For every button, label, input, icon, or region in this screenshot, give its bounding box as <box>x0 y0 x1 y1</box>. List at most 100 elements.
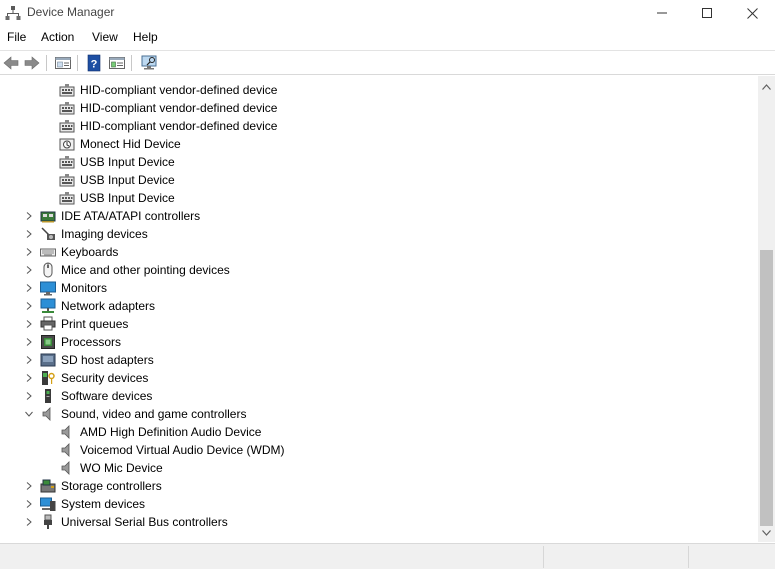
chevron-right-icon[interactable] <box>25 302 33 310</box>
tree-category[interactable]: Imaging devices <box>0 225 758 243</box>
tree-item-label: USB Input Device <box>80 191 175 205</box>
tree-item-label: Processors <box>61 335 122 349</box>
tree-category[interactable]: Mice and other pointing devices <box>0 261 758 279</box>
tree-item-label: SD host adapters <box>61 353 154 367</box>
system-devices-icon <box>40 497 56 511</box>
tree-item-label: HID-compliant vendor-defined device <box>80 119 278 133</box>
tree-category[interactable]: Storage controllers <box>0 477 758 495</box>
chevron-right-icon[interactable] <box>25 338 33 346</box>
forward-button[interactable] <box>23 54 41 72</box>
tree-item-device[interactable]: WO Mic Device <box>0 459 758 477</box>
tree-item-label: Network adapters <box>61 299 156 313</box>
scan-hardware-button[interactable] <box>140 54 158 72</box>
chevron-right-icon[interactable] <box>25 482 33 490</box>
chevron-down-icon[interactable] <box>25 410 33 418</box>
chevron-right-icon[interactable] <box>25 392 33 400</box>
tree-category[interactable]: Software devices <box>0 387 758 405</box>
vertical-scrollbar[interactable] <box>758 76 775 542</box>
monect-device-icon <box>59 138 75 151</box>
chevron-right-icon[interactable] <box>25 500 33 508</box>
hid-device-icon <box>59 120 75 133</box>
tree-category[interactable]: IDE ATA/ATAPI controllers <box>0 207 758 225</box>
speaker-icon <box>42 407 51 421</box>
chevron-right-icon[interactable] <box>25 518 33 526</box>
ide-controller-icon <box>40 211 56 223</box>
forward-arrow-icon <box>24 56 40 70</box>
printer-icon <box>40 316 56 331</box>
speaker-icon <box>61 425 70 439</box>
tree-item-device[interactable]: AMD High Definition Audio Device <box>0 423 758 441</box>
tree-category[interactable]: Processors <box>0 333 758 351</box>
show-hidden-icon <box>109 57 125 69</box>
svg-text:?: ? <box>91 59 98 71</box>
tree-item-label: Imaging devices <box>61 227 148 241</box>
menu-action[interactable]: Action <box>41 30 74 44</box>
tree-category[interactable]: Print queues <box>0 315 758 333</box>
tree-item-device[interactable]: Monect Hid Device <box>0 135 758 153</box>
menu-file[interactable]: File <box>7 30 26 44</box>
properties-button[interactable] <box>54 54 72 72</box>
hid-device-icon <box>59 102 75 115</box>
menu-help[interactable]: Help <box>133 30 158 44</box>
chevron-right-icon[interactable] <box>25 356 33 364</box>
tree-item-label: Storage controllers <box>61 479 162 493</box>
tree-item-label: USB Input Device <box>80 155 175 169</box>
tree-item-label: HID-compliant vendor-defined device <box>80 83 278 97</box>
sd-card-icon <box>40 353 56 367</box>
hid-device-icon <box>59 192 75 205</box>
tree-category[interactable]: Universal Serial Bus controllers <box>0 513 758 531</box>
monitor-icon <box>40 281 56 296</box>
device-manager-icon <box>5 6 21 20</box>
tree-item-device[interactable]: USB Input Device <box>0 189 758 207</box>
scroll-up-icon[interactable] <box>762 84 771 90</box>
chevron-right-icon[interactable] <box>25 212 33 220</box>
chevron-right-icon[interactable] <box>25 248 33 256</box>
show-hidden-button[interactable] <box>108 54 126 72</box>
scan-hardware-icon <box>141 55 157 70</box>
scroll-down-icon[interactable] <box>762 530 771 536</box>
tree-item-device[interactable]: USB Input Device <box>0 171 758 189</box>
chevron-right-icon[interactable] <box>25 284 33 292</box>
tree-item-label: Keyboards <box>61 245 119 259</box>
tree-category[interactable]: System devices <box>0 495 758 513</box>
tree-item-device[interactable]: HID-compliant vendor-defined device <box>0 81 758 99</box>
properties-sheet-icon <box>55 57 71 69</box>
menu-view[interactable]: View <box>92 30 118 44</box>
processor-icon <box>41 335 55 349</box>
mouse-icon <box>43 262 53 278</box>
window-title: Device Manager <box>27 5 115 19</box>
tree-category[interactable]: Monitors <box>0 279 758 297</box>
back-arrow-icon <box>3 56 19 70</box>
chevron-right-icon[interactable] <box>25 266 33 274</box>
tree-item-label: Print queues <box>61 317 129 331</box>
tree-item-label: Universal Serial Bus controllers <box>61 515 228 529</box>
speaker-icon <box>61 443 70 457</box>
tree-item-device[interactable]: Voicemod Virtual Audio Device (WDM) <box>0 441 758 459</box>
scrollbar-thumb[interactable] <box>760 250 773 526</box>
chevron-right-icon[interactable] <box>25 374 33 382</box>
maximize-button[interactable] <box>684 0 730 26</box>
status-pane-divider <box>543 546 544 568</box>
tree-category[interactable]: Keyboards <box>0 243 758 261</box>
hid-device-icon <box>59 156 75 169</box>
minimize-icon <box>657 12 667 14</box>
tree-category[interactable]: SD host adapters <box>0 351 758 369</box>
minimize-button[interactable] <box>639 0 685 26</box>
tree-category-expanded[interactable]: Sound, video and game controllers <box>0 405 758 423</box>
close-button[interactable] <box>729 0 775 26</box>
tree-category[interactable]: Network adapters <box>0 297 758 315</box>
tree-category[interactable]: Security devices <box>0 369 758 387</box>
toolbar-separator <box>46 55 47 71</box>
speaker-icon <box>61 461 70 475</box>
help-button[interactable]: ? <box>85 54 103 72</box>
chevron-right-icon[interactable] <box>25 320 33 328</box>
close-icon <box>746 7 758 19</box>
tree-item-device[interactable]: USB Input Device <box>0 153 758 171</box>
tree-item-device[interactable]: HID-compliant vendor-defined device <box>0 99 758 117</box>
chevron-right-icon[interactable] <box>25 230 33 238</box>
device-tree: HID-compliant vendor-defined device HID-… <box>0 76 758 542</box>
maximize-icon <box>702 8 712 18</box>
back-button[interactable] <box>2 54 20 72</box>
tree-item-device[interactable]: HID-compliant vendor-defined device <box>0 117 758 135</box>
toolbar-separator <box>131 55 132 71</box>
